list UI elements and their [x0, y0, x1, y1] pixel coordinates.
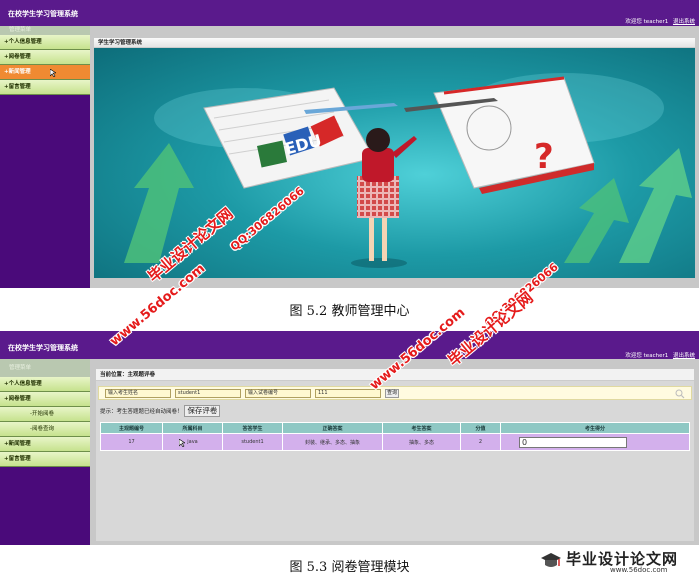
sidebar-item-news[interactable]: +新闻管理	[0, 65, 90, 80]
logout-link[interactable]: 退出系统	[673, 19, 695, 25]
sidebar-item-profile[interactable]: +个人信息管理	[0, 35, 90, 50]
sidebar-item-grading[interactable]: +阅卷管理	[0, 50, 90, 65]
sidebar-item-grading-query[interactable]: -阅卷查询	[0, 422, 90, 437]
table-cell: student1	[222, 433, 283, 451]
table-header-row: 主观题编号 所属科目 答答学生 正确答案 考生答案 分值 考生得分	[100, 422, 690, 434]
user-bar: 欢迎您 teacher1 退出系统	[622, 17, 695, 25]
sidebar-item-messages[interactable]: +留言管理	[0, 80, 90, 95]
grading-table: 主观题编号 所属科目 答答学生 正确答案 考生答案 分值 考生得分 17 jav…	[100, 422, 690, 451]
menu-header: 管理菜单	[0, 359, 90, 377]
sidebar-item-grading[interactable]: +阅卷管理	[0, 392, 90, 407]
table-cell: 抽象、多态	[382, 433, 461, 451]
sidebar-item-news[interactable]: +新闻管理	[0, 437, 90, 452]
sidebar: 管理菜单 +个人信息管理 +阅卷管理 -开始阅卷 -阅卷查询 +新闻管理 +留言…	[0, 359, 90, 545]
sidebar-item-messages[interactable]: +留言管理	[0, 452, 90, 467]
paper-number-label: 输入试卷编号	[245, 389, 311, 398]
footer-logo: 毕业设计论文网 www.56doc.com	[540, 548, 695, 576]
table-row: 17 java student1 封装、继承、多态、抽象 抽象、多态 2 0	[100, 433, 690, 451]
logout-link[interactable]: 退出系统	[673, 353, 695, 359]
column-header: 所属科目	[162, 422, 223, 434]
menu-header: 管理菜单	[0, 26, 90, 35]
top-bar: 在校学生学习管理系统 欢迎您 teacher1 退出系统	[0, 0, 699, 26]
column-header: 答答学生	[222, 422, 283, 434]
search-bar: 输入考生姓名 student1 输入试卷编号 111 查询	[98, 386, 692, 400]
svg-text:?: ?	[534, 137, 554, 177]
save-grading-button[interactable]: 保存评卷	[184, 405, 221, 417]
score-input[interactable]: 0	[519, 436, 627, 448]
user-greeting: 欢迎您 teacher1	[625, 353, 669, 359]
paper-number-input[interactable]: 111	[315, 389, 381, 398]
student-name-label: 输入考生姓名	[105, 389, 171, 398]
query-button[interactable]: 查询	[385, 389, 399, 398]
column-header: 主观题编号	[100, 422, 163, 434]
hint-text: 提示：考生答题题已经自动阅卷！	[100, 409, 183, 415]
sidebar-item-start-grading[interactable]: -开始阅卷	[0, 407, 90, 422]
screenshot-grading-module: 在校学生学习管理系统 欢迎您 teacher1 退出系统 管理菜单 +个人信息管…	[0, 331, 699, 545]
app-title: 在校学生学习管理系统	[8, 344, 78, 352]
table-cell: 0	[500, 433, 690, 451]
top-bar: 在校学生学习管理系统 欢迎您 teacher1 退出系统	[0, 331, 699, 359]
sidebar-item-label: +新闻管理	[4, 69, 31, 75]
footer-logo-url: www.56doc.com	[610, 566, 668, 574]
figure-caption-1: 图 5.2 教师管理中心	[289, 304, 410, 319]
column-header: 正确答案	[282, 422, 383, 434]
subject-value: java	[187, 439, 198, 445]
mouse-cursor-icon	[50, 69, 56, 77]
panel-title: 学生学习管理系统	[94, 38, 695, 48]
table-cell: 17	[100, 433, 163, 451]
main-panel: 当前位置：主观题评卷 输入考生姓名 student1 输入试卷编号 111 查询…	[96, 369, 694, 541]
sidebar-item-profile[interactable]: +个人信息管理	[0, 377, 90, 392]
table-cell: 封装、继承、多态、抽象	[282, 433, 383, 451]
user-bar: 欢迎您 teacher1 退出系统	[622, 351, 695, 359]
user-greeting: 欢迎您 teacher1	[625, 19, 669, 25]
sidebar: 管理菜单 +个人信息管理 +阅卷管理 +新闻管理 +留言管理	[0, 26, 90, 288]
hint-row: 提示：考生答题题已经自动阅卷！ 保存评卷	[100, 405, 221, 417]
app-title: 在校学生学习管理系统	[8, 10, 78, 18]
search-icon	[675, 389, 685, 399]
column-header: 考生答案	[382, 422, 461, 434]
table-cell: 2	[460, 433, 501, 451]
column-header: 分值	[460, 422, 501, 434]
graduation-cap-icon	[541, 553, 561, 567]
column-header: 考生得分	[500, 422, 690, 434]
student-name-input[interactable]: student1	[175, 389, 241, 398]
table-cell: java	[162, 433, 223, 451]
screenshot-teacher-center: 在校学生学习管理系统 欢迎您 teacher1 退出系统 管理菜单 +个人信息管…	[0, 0, 699, 288]
mouse-cursor-icon	[179, 439, 185, 447]
